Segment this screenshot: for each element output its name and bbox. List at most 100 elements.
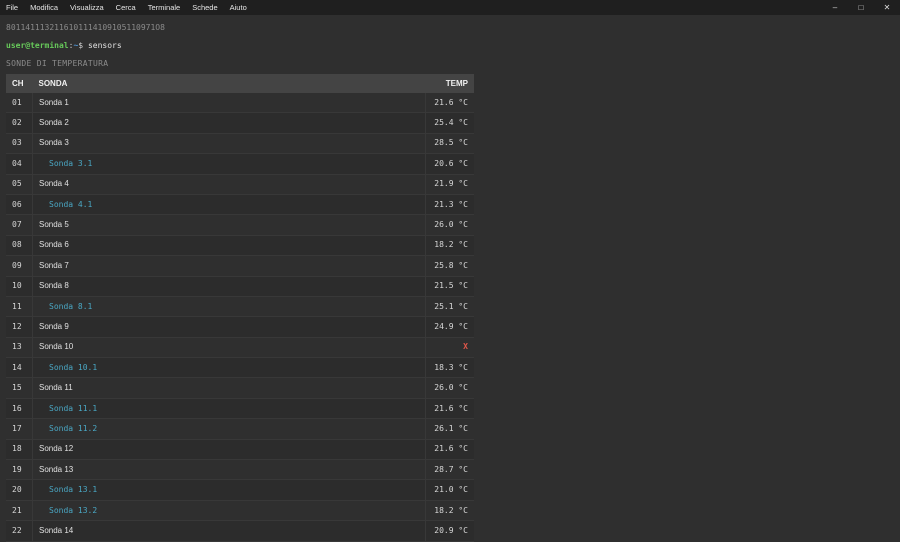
- menu-file[interactable]: File: [6, 3, 18, 12]
- table-row: 17 Sonda 11.2 26.1 °C: [6, 418, 474, 440]
- temperature-cell: 28.5 °C: [425, 133, 474, 155]
- table-row: 05 Sonda 4 21.9 °C: [6, 174, 474, 195]
- probe-name-cell: Sonda 5: [32, 214, 426, 236]
- channel-cell: 16: [6, 398, 33, 420]
- table-row: 13 Sonda 10 X: [6, 337, 474, 359]
- id-line: 8011411132116101114109105110971O8: [6, 23, 165, 32]
- probe-name-cell: Sonda 4.1: [32, 194, 426, 216]
- temperature-cell: 21.0 °C: [425, 479, 474, 501]
- channel-cell: 09: [6, 255, 33, 277]
- channel-cell: 18: [6, 439, 33, 461]
- prompt-command: sensors: [87, 41, 122, 50]
- channel-cell: 06: [6, 194, 33, 216]
- temperature-cell: X: [425, 337, 474, 359]
- table-row: 02 Sonda 2 25.4 °C: [6, 112, 474, 134]
- channel-cell: 14: [6, 357, 33, 379]
- channel-cell: 12: [6, 316, 33, 338]
- prompt-user: user@terminal: [6, 41, 69, 50]
- table-row: 08 Sonda 6 18.2 °C: [6, 235, 474, 257]
- table-row: 12 Sonda 9 24.9 °C: [6, 316, 474, 338]
- channel-cell: 05: [6, 174, 33, 195]
- temperature-cell: 21.5 °C: [425, 276, 474, 297]
- menu-cerca[interactable]: Cerca: [116, 3, 136, 12]
- section-title: SONDE DI TEMPERATURA: [6, 59, 109, 68]
- probe-name-cell: Sonda 8: [32, 276, 426, 297]
- channel-cell: 10: [6, 276, 33, 297]
- temperature-cell: 20.6 °C: [425, 153, 474, 175]
- temperature-cell: 26.0 °C: [425, 214, 474, 236]
- temperature-cell: 18.2 °C: [425, 235, 474, 257]
- temperature-cell: 21.6 °C: [425, 439, 474, 461]
- channel-cell: 21: [6, 500, 33, 522]
- channel-cell: 22: [6, 520, 33, 542]
- temperature-cell: 21.6 °C: [425, 398, 474, 420]
- temperature-cell: 25.1 °C: [425, 296, 474, 318]
- temperature-cell: 21.6 °C: [425, 93, 474, 114]
- probe-name-cell: Sonda 11.2: [32, 418, 426, 440]
- maximize-icon[interactable]: □: [848, 0, 874, 15]
- header-temp: TEMP: [425, 74, 474, 93]
- temperature-cell: 28.7 °C: [425, 459, 474, 481]
- temperature-cell: 18.2 °C: [425, 500, 474, 522]
- menu-bar: File Modifica Visualizza Cerca Terminale…: [0, 0, 900, 15]
- table-row: 11 Sonda 8.1 25.1 °C: [6, 296, 474, 318]
- temperature-cell: 18.3 °C: [425, 357, 474, 379]
- channel-cell: 13: [6, 337, 33, 359]
- table-row: 09 Sonda 7 25.8 °C: [6, 255, 474, 277]
- probe-name-cell: Sonda 8.1: [32, 296, 426, 318]
- probe-name-cell: Sonda 10.1: [32, 357, 426, 379]
- table-row: 19 Sonda 13 28.7 °C: [6, 459, 474, 481]
- table-header: CH SONDA TEMP: [6, 74, 474, 93]
- header-ch: CH: [6, 74, 33, 93]
- channel-cell: 20: [6, 479, 33, 501]
- probe-name-cell: Sonda 13.1: [32, 479, 426, 501]
- minimize-icon[interactable]: –: [822, 0, 848, 15]
- channel-cell: 01: [6, 93, 33, 114]
- channel-cell: 07: [6, 214, 33, 236]
- probe-name-cell: Sonda 11.1: [32, 398, 426, 420]
- menu-aiuto[interactable]: Aiuto: [230, 3, 247, 12]
- table-row: 03 Sonda 3 28.5 °C: [6, 133, 474, 155]
- table-row: 10 Sonda 8 21.5 °C: [6, 276, 474, 297]
- channel-cell: 04: [6, 153, 33, 175]
- probe-name-cell: Sonda 2: [32, 112, 426, 134]
- table-row: 20 Sonda 13.1 21.0 °C: [6, 479, 474, 501]
- table-row: 18 Sonda 12 21.6 °C: [6, 439, 474, 461]
- header-name: SONDA: [32, 74, 426, 93]
- temperature-cell: 21.3 °C: [425, 194, 474, 216]
- temperature-cell: 24.9 °C: [425, 316, 474, 338]
- channel-cell: 08: [6, 235, 33, 257]
- menu-modifica[interactable]: Modifica: [30, 3, 58, 12]
- sensors-table: CH SONDA TEMP 01 Sonda 1 21.6 °C 02 Sonda 22…: [6, 74, 474, 542]
- table-row: 21 Sonda 13.2 18.2 °C: [6, 500, 474, 522]
- channel-cell: 17: [6, 418, 33, 440]
- temperature-cell: 25.8 °C: [425, 255, 474, 277]
- table-row: 06 Sonda 4.1 21.3 °C: [6, 194, 474, 216]
- probe-name-cell: Sonda 11: [32, 377, 426, 399]
- table-row: 16 Sonda 11.1 21.6 °C: [6, 398, 474, 420]
- channel-cell: 02: [6, 112, 33, 134]
- window-controls: – □ ✕: [822, 0, 900, 15]
- table-row: 04 Sonda 3.1 20.6 °C: [6, 153, 474, 175]
- terminal-output[interactable]: 8011411132116101114109105110971O8 user@t…: [0, 15, 900, 542]
- probe-name-cell: Sonda 3.1: [32, 153, 426, 175]
- table-row: 22 Sonda 14 20.9 °C: [6, 520, 474, 542]
- probe-name-cell: Sonda 14: [32, 520, 426, 542]
- close-icon[interactable]: ✕: [874, 0, 900, 15]
- table-row: 07 Sonda 5 26.0 °C: [6, 214, 474, 236]
- probe-name-cell: Sonda 9: [32, 316, 426, 338]
- prompt-symbol: $: [78, 41, 84, 50]
- probe-name-cell: Sonda 4: [32, 174, 426, 195]
- table-row: 15 Sonda 11 26.0 °C: [6, 377, 474, 399]
- menu-items: File Modifica Visualizza Cerca Terminale…: [0, 3, 259, 12]
- probe-name-cell: Sonda 13: [32, 459, 426, 481]
- probe-name-cell: Sonda 3: [32, 133, 426, 155]
- menu-visualizza[interactable]: Visualizza: [70, 3, 104, 12]
- table-row: 01 Sonda 1 21.6 °C: [6, 93, 474, 114]
- table-body: 01 Sonda 1 21.6 °C 02 Sonda 2 25.4 °C 03 Sonda …: [6, 93, 474, 542]
- menu-terminale[interactable]: Terminale: [148, 3, 181, 12]
- temperature-cell: 20.9 °C: [425, 520, 474, 542]
- menu-schede[interactable]: Schede: [192, 3, 217, 12]
- temperature-cell: 25.4 °C: [425, 112, 474, 134]
- probe-name-cell: Sonda 10: [32, 337, 426, 359]
